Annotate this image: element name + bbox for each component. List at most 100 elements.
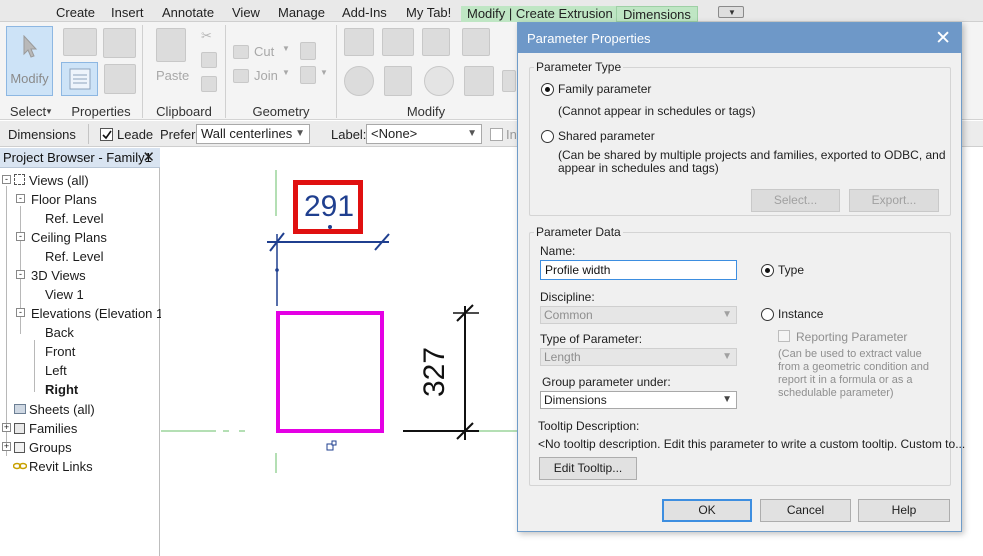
edit-tooltip-button[interactable]: Edit Tooltip... <box>539 457 637 480</box>
reporting-parameter-checkbox[interactable] <box>778 330 790 342</box>
cancel-button[interactable]: Cancel <box>760 499 851 522</box>
tree-item-back[interactable]: Back <box>45 325 74 340</box>
offset-icon[interactable] <box>382 28 414 56</box>
tree-item-left[interactable]: Left <box>45 363 67 378</box>
move-icon[interactable] <box>344 66 374 96</box>
dialog-title-bar[interactable]: Parameter Properties ✕ <box>518 23 961 53</box>
tab-insert[interactable]: Insert <box>111 3 144 22</box>
ok-button[interactable]: OK <box>662 499 752 522</box>
tree-item-groups[interactable]: Groups <box>29 440 72 455</box>
tree-expand-toggle[interactable]: + <box>2 423 11 432</box>
type-of-parameter-select[interactable]: Length ▼ <box>540 348 737 366</box>
split-element-icon[interactable] <box>502 70 516 92</box>
width-dimension-value[interactable]: 291 <box>301 192 357 222</box>
leader-checkbox[interactable] <box>100 128 113 141</box>
wall-joins-icon[interactable] <box>300 42 316 60</box>
trim-extend-icon[interactable] <box>464 66 494 96</box>
tab-modify-create-extrusion[interactable]: Modify | Create Extrusion <box>461 6 619 22</box>
cut-geometry-icon <box>233 45 249 59</box>
shared-parameter-label[interactable]: Shared parameter <box>558 129 655 143</box>
shared-parameter-note-2: appear in schedules and tags) <box>558 161 719 175</box>
family-parameter-label[interactable]: Family parameter <box>558 82 651 96</box>
select-button[interactable]: Select... <box>751 189 840 212</box>
tree-item-ceiling-ref-level[interactable]: Ref. Level <box>45 249 104 264</box>
chevron-down-icon[interactable]: ▼ <box>320 68 328 77</box>
tree-item-view-1[interactable]: View 1 <box>45 287 84 302</box>
tab-manage[interactable]: Manage <box>278 3 325 22</box>
tree-collapse-toggle[interactable]: - <box>16 270 25 279</box>
tree-expand-toggle[interactable]: + <box>2 442 11 451</box>
align-icon[interactable] <box>344 28 374 56</box>
discipline-label: Discipline: <box>540 290 595 304</box>
ribbon-minimize-toggle[interactable]: ▼ <box>718 6 744 18</box>
paste-icon[interactable] <box>156 28 186 62</box>
discipline-select[interactable]: Common ▼ <box>540 306 737 324</box>
copy-icon[interactable] <box>201 52 217 68</box>
close-icon[interactable]: ✕ <box>935 27 951 50</box>
family-types-icon[interactable] <box>63 28 97 56</box>
tree-item-floor-ref-level[interactable]: Ref. Level <box>45 211 104 226</box>
width-dimension[interactable] <box>267 225 390 306</box>
cut-label[interactable]: Cut <box>254 44 274 59</box>
parameter-type-label: Parameter Type <box>534 60 624 74</box>
mirror-axis-icon[interactable] <box>422 28 450 56</box>
export-button[interactable]: Export... <box>849 189 939 212</box>
tree-item-right[interactable]: Right <box>45 382 78 397</box>
chevron-down-icon[interactable]: ▼ <box>45 107 53 116</box>
family-category-icon[interactable] <box>103 28 136 58</box>
tree-item-sheets[interactable]: Sheets (all) <box>29 402 95 417</box>
shared-parameter-radio[interactable] <box>541 130 554 143</box>
tab-annotate[interactable]: Annotate <box>162 3 214 22</box>
tree-collapse-toggle[interactable]: - <box>16 308 25 317</box>
cut-scissors-icon[interactable]: ✂ <box>201 28 212 44</box>
label-label: Label: <box>331 127 367 142</box>
close-icon[interactable]: ✕ <box>142 148 155 166</box>
help-button[interactable]: Help <box>858 499 950 522</box>
tree-item-views-all[interactable]: Views (all) <box>29 173 89 188</box>
tree-collapse-toggle[interactable]: - <box>16 232 25 241</box>
tree-item-revit-links[interactable]: Revit Links <box>29 459 93 474</box>
mirror-draw-icon[interactable] <box>462 28 490 56</box>
tab-dimensions[interactable]: Dimensions <box>616 6 698 22</box>
instance-radio[interactable] <box>761 308 774 321</box>
project-browser: Project Browser - Family1 ✕ - Views (all… <box>0 148 168 556</box>
tree-item-front[interactable]: Front <box>45 344 75 359</box>
instance-parameter-checkbox[interactable] <box>490 128 503 141</box>
tree-item-families[interactable]: Families <box>29 421 77 436</box>
drawing-canvas[interactable]: 291 327 <box>161 148 518 556</box>
extrusion-profile[interactable] <box>276 311 384 433</box>
prefer-label: Prefer: <box>160 127 200 142</box>
chevron-down-icon: ▼ <box>722 309 732 320</box>
match-properties-icon[interactable] <box>201 76 217 92</box>
chevron-down-icon[interactable]: ▼ <box>282 44 290 53</box>
instance-radio-label[interactable]: Instance <box>778 307 823 321</box>
tab-my-tab[interactable]: My Tab! <box>406 3 451 22</box>
family-parameter-radio[interactable] <box>541 83 554 96</box>
label-select[interactable]: <None> ▼ <box>366 124 482 144</box>
properties-button[interactable] <box>61 62 98 96</box>
split-face-icon[interactable] <box>300 66 316 84</box>
prefer-select[interactable]: Wall centerlines ▼ <box>196 124 310 144</box>
parameter-name-input[interactable] <box>540 260 737 280</box>
tree-connector <box>6 186 7 456</box>
tree-collapse-toggle[interactable]: - <box>2 175 11 184</box>
type-radio-label[interactable]: Type <box>778 263 804 277</box>
rotate-icon[interactable] <box>424 66 454 96</box>
type-radio[interactable] <box>761 264 774 277</box>
height-dimension-value[interactable]: 327 <box>417 342 453 402</box>
tab-create[interactable]: Create <box>56 3 95 22</box>
modify-button[interactable]: Modify <box>6 26 53 96</box>
tab-view[interactable]: View <box>232 3 260 22</box>
join-label[interactable]: Join <box>254 68 278 83</box>
move-grip-icon <box>331 440 337 446</box>
chevron-down-icon[interactable]: ▼ <box>282 68 290 77</box>
tree-item-3d-views[interactable]: 3D Views <box>31 268 86 283</box>
tab-add-ins[interactable]: Add-Ins <box>342 3 387 22</box>
tree-item-elevations[interactable]: Elevations (Elevation 1) <box>31 306 168 321</box>
copy-element-icon[interactable] <box>384 66 412 96</box>
tree-collapse-toggle[interactable]: - <box>16 194 25 203</box>
tree-item-ceiling-plans[interactable]: Ceiling Plans <box>31 230 107 245</box>
group-parameter-select[interactable]: Dimensions ▼ <box>540 391 737 409</box>
tree-item-floor-plans[interactable]: Floor Plans <box>31 192 97 207</box>
type-properties-icon[interactable] <box>104 64 136 94</box>
